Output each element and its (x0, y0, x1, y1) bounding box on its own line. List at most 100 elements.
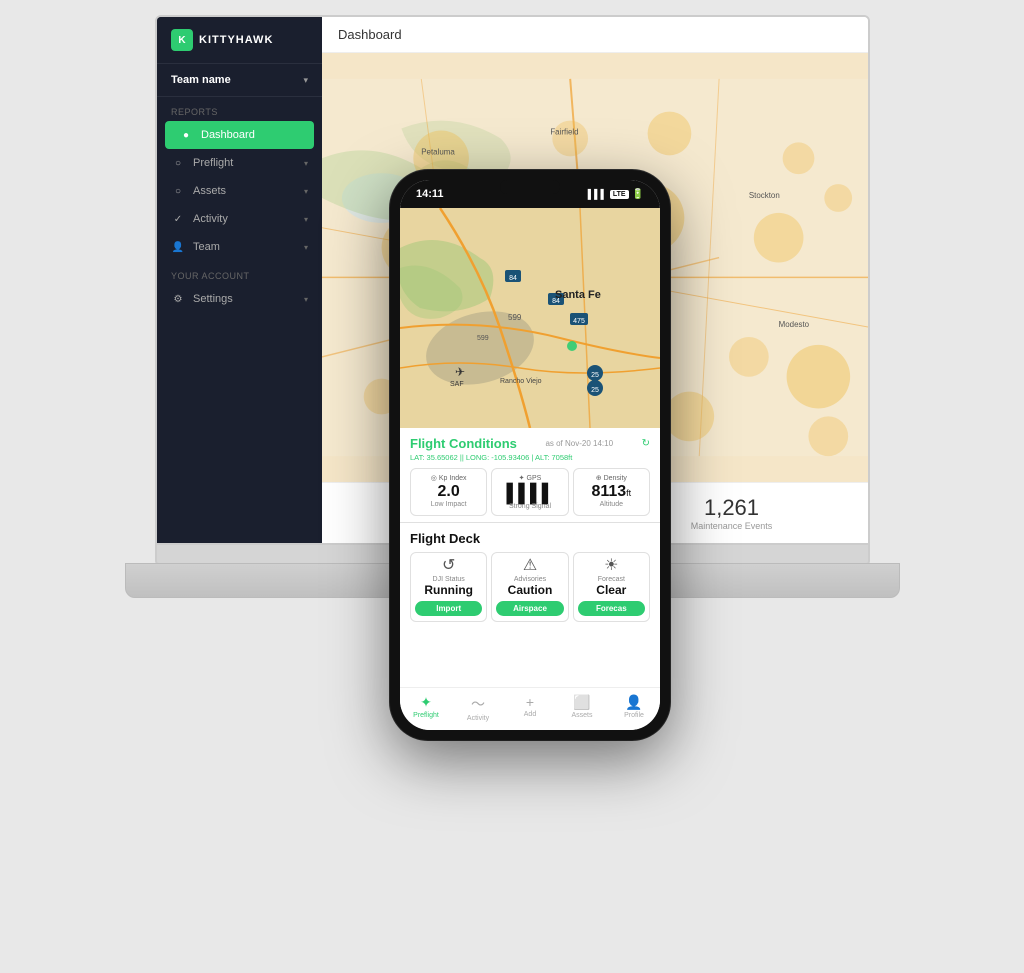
gps-icon: ✦ (519, 474, 525, 482)
assets-nav-icon: ⬜ (556, 694, 608, 711)
phone-status-bar: 14:11 ▌▌▌ LTE 🔋 (400, 180, 660, 208)
phone-frame: 14:11 ▌▌▌ LTE 🔋 (390, 170, 670, 740)
svg-text:Santa Fe: Santa Fe (555, 289, 601, 301)
fc-coords: LAT: 35.65062 || LONG: -105.93406 | ALT:… (410, 453, 650, 462)
activity-nav-label: Activity (467, 715, 489, 722)
svg-text:SAF: SAF (450, 381, 464, 388)
svg-text:Stockton: Stockton (749, 191, 780, 200)
forecast-icon: ☀ (578, 558, 645, 574)
density-label: Density (604, 475, 627, 482)
phone-map: 84 84 475 599 599 Santa Fe Rancho Viejo (400, 208, 660, 428)
density-icon: ⊕ (596, 474, 602, 482)
nav-item-assets[interactable]: ⬜ Assets (556, 694, 608, 722)
activity-icon: ✓ (171, 212, 185, 226)
phone-time: 14:11 (416, 188, 444, 200)
fd-card-dji: ↺ DJI Status Running Import (410, 552, 487, 622)
forecast-button[interactable]: Forecas (578, 601, 645, 616)
battery-icon: 🔋 (632, 189, 644, 200)
preflight-chevron-icon: ▾ (304, 159, 308, 168)
sidebar-item-settings[interactable]: ⚙ Settings ▾ (157, 285, 322, 313)
svg-text:25: 25 (591, 372, 599, 379)
kp-icon: ◎ (431, 474, 437, 482)
activity-chevron-icon: ▾ (304, 215, 308, 224)
nav-item-add[interactable]: + Add (504, 694, 556, 722)
gps-sub: Strong Signal (498, 503, 561, 510)
gps-label-row: ✦ GPS (498, 474, 561, 482)
preflight-icon: ○ (171, 156, 185, 170)
kp-label-row: ◎ Kp Index (417, 474, 480, 482)
advisories-value: Caution (496, 583, 563, 597)
airspace-button[interactable]: Airspace (496, 601, 563, 616)
sidebar-item-team[interactable]: 👤 Team ▾ (157, 233, 322, 261)
fd-title: Flight Deck (410, 531, 650, 546)
activity-label: Activity (193, 213, 228, 225)
app-name: KITTYHAWK (199, 34, 273, 46)
phone-nav: ✦ Preflight 〜 Activity + Add ⬜ Assets (400, 687, 660, 730)
assets-nav-label: Assets (571, 712, 592, 719)
preflight-nav-icon: ✦ (400, 694, 452, 711)
fc-metric-gps: ✦ GPS ▌▌▌▌ Strong Signal (491, 468, 568, 516)
fc-time: as of Nov-20 14:10 (545, 439, 613, 448)
fc-metrics: ◎ Kp Index 2.0 Low Impact ✦ GPS (410, 468, 650, 516)
sidebar-item-assets[interactable]: ○ Assets ▾ (157, 177, 322, 205)
team-selector[interactable]: Team name ▾ (157, 64, 322, 97)
team-label: Team (193, 241, 220, 253)
laptop-container: K KITTYHAWK Team name ▾ Reports ● Dashbo… (0, 0, 1024, 973)
kp-label: Kp Index (439, 475, 467, 482)
svg-text:✈: ✈ (455, 365, 465, 379)
forecast-label: Forecast (578, 576, 645, 583)
phone-screen: 14:11 ▌▌▌ LTE 🔋 (400, 180, 660, 730)
advisories-icon: ⚠ (496, 558, 563, 574)
fc-refresh-icon[interactable]: ↻ (642, 438, 650, 449)
team-icon: 👤 (171, 240, 185, 254)
fd-cards: ↺ DJI Status Running Import ⚠ Advisories… (410, 552, 650, 622)
dji-label: DJI Status (415, 576, 482, 583)
nav-item-activity[interactable]: 〜 Activity (452, 694, 504, 722)
sidebar-item-dashboard[interactable]: ● Dashboard (165, 121, 314, 149)
flight-conditions: Flight Conditions as of Nov-20 14:10 ↻ L… (400, 428, 660, 523)
assets-chevron-icon: ▾ (304, 187, 308, 196)
fd-card-forecast: ☀ Forecast Clear Forecas (573, 552, 650, 622)
signal-icon: ▌▌▌ (588, 189, 607, 199)
add-nav-label: Add (524, 711, 536, 718)
kp-sub: Low Impact (417, 501, 480, 508)
dashboard-label: Dashboard (201, 129, 255, 141)
kittyhawk-logo-icon: K (171, 29, 193, 51)
team-chevron-icon-nav: ▾ (304, 243, 308, 252)
svg-text:599: 599 (508, 313, 522, 322)
team-name: Team name (171, 74, 231, 86)
sidebar-item-preflight[interactable]: ○ Preflight ▾ (157, 149, 322, 177)
nav-item-preflight[interactable]: ✦ Preflight (400, 694, 452, 722)
fc-metric-kp: ◎ Kp Index 2.0 Low Impact (410, 468, 487, 516)
import-button[interactable]: Import (415, 601, 482, 616)
nav-item-profile[interactable]: 👤 Profile (608, 694, 660, 722)
profile-nav-icon: 👤 (608, 694, 660, 711)
kp-value: 2.0 (417, 484, 480, 500)
svg-text:Rancho Viejo: Rancho Viejo (500, 378, 542, 385)
sidebar: K KITTYHAWK Team name ▾ Reports ● Dashbo… (157, 17, 322, 543)
preflight-label: Preflight (193, 157, 233, 169)
svg-text:25: 25 (591, 387, 599, 394)
fc-title: Flight Conditions (410, 436, 517, 451)
svg-text:Petaluma: Petaluma (421, 147, 455, 156)
advisories-label: Advisories (496, 576, 563, 583)
svg-text:475: 475 (573, 318, 585, 325)
density-sub: Altitude (580, 501, 643, 508)
phone-notch (500, 180, 560, 194)
profile-nav-label: Profile (624, 712, 644, 719)
flight-deck: Flight Deck ↺ DJI Status Running Import … (400, 523, 660, 628)
density-value: 8113ft (580, 484, 643, 500)
assets-icon: ○ (171, 184, 185, 198)
dji-value: Running (415, 583, 482, 597)
dji-icon: ↺ (415, 558, 482, 574)
density-label-row: ⊕ Density (580, 474, 643, 482)
gps-value: ▌▌▌▌ (498, 484, 561, 502)
account-section-label: Your account (157, 261, 322, 285)
sidebar-item-activity[interactable]: ✓ Activity ▾ (157, 205, 322, 233)
sidebar-logo: K KITTYHAWK (157, 17, 322, 64)
team-chevron-icon: ▾ (303, 75, 308, 86)
fc-header: Flight Conditions as of Nov-20 14:10 ↻ (410, 436, 650, 451)
settings-icon: ⚙ (171, 292, 185, 306)
dashboard-icon: ● (179, 128, 193, 142)
forecast-value: Clear (578, 583, 645, 597)
